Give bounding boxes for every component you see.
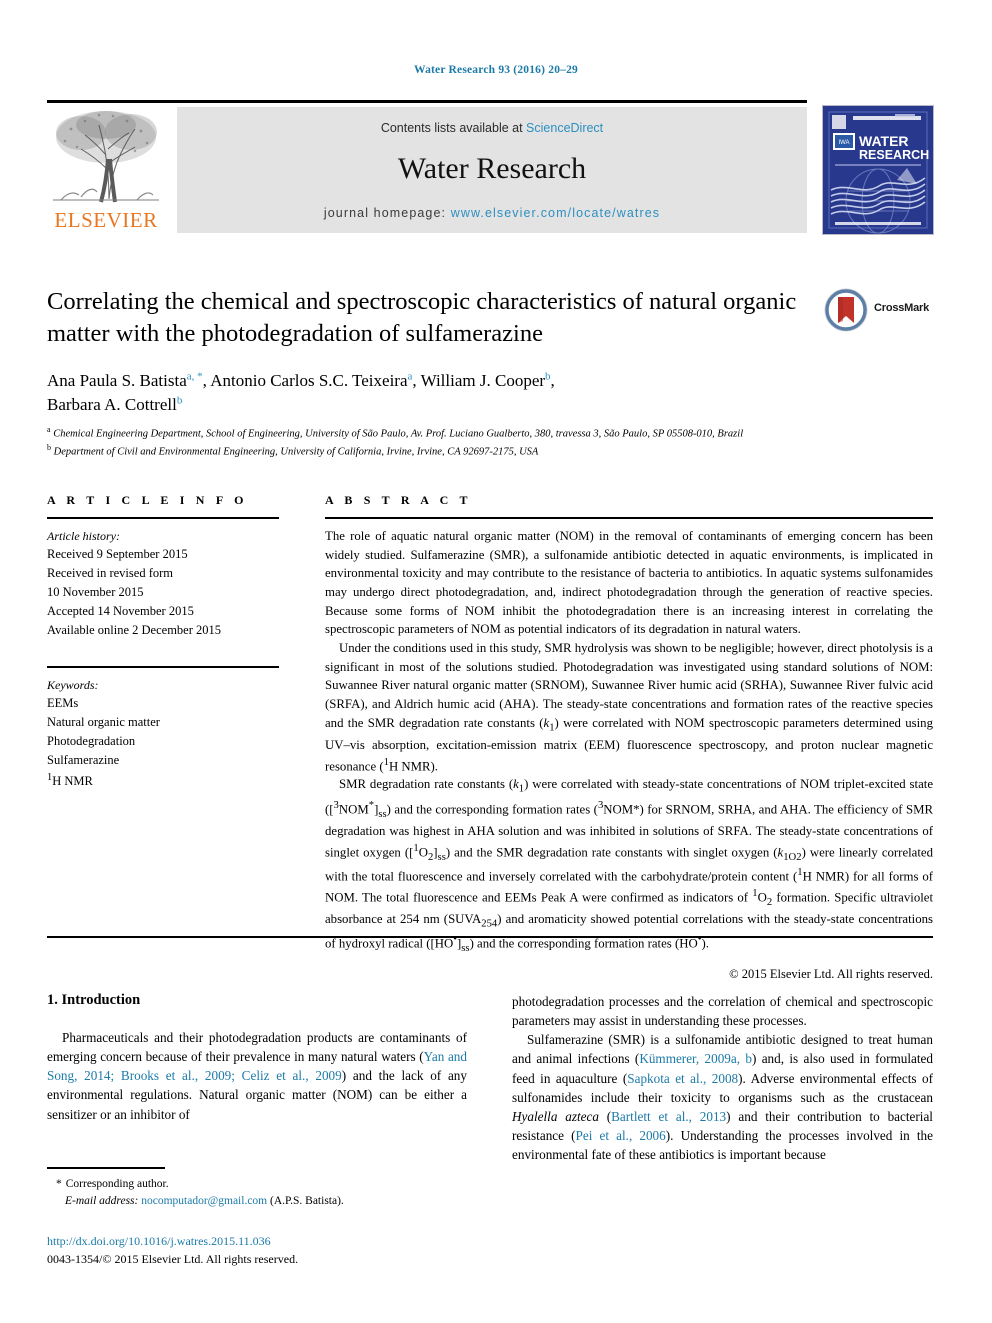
title-block: Correlating the chemical and spectroscop…	[47, 286, 807, 349]
homepage-url-link[interactable]: www.elsevier.com/locate/watres	[451, 206, 660, 220]
abstract-section: A B S T R A C T The role of aquatic natu…	[325, 493, 933, 982]
abstract-paragraph: SMR degradation rate constants (k1) were…	[325, 777, 934, 955]
abstract-rule	[325, 517, 933, 519]
affiliation-a-mark: a	[47, 425, 51, 434]
author-4: Barbara A. Cottrell	[47, 395, 177, 415]
corresponding-author-label: Corresponding author.	[65, 1177, 169, 1190]
journal-homepage-line: journal homepage: www.elsevier.com/locat…	[177, 206, 807, 220]
author-1: Ana Paula S. Batista	[47, 371, 187, 390]
crossmark-label: CrossMark	[874, 302, 930, 314]
introduction-right-column: photodegradation processes and the corre…	[512, 992, 933, 1164]
keyword-item: 1H NMR	[47, 772, 93, 789]
introduction-paragraph: photodegradation processes and the corre…	[512, 994, 933, 1029]
affiliation-b-text: Department of Civil and Environmental En…	[53, 446, 539, 458]
corresponding-author-star: *	[56, 1177, 62, 1190]
abstract-heading: A B S T R A C T	[325, 493, 472, 507]
introduction-heading: 1. Introduction	[47, 992, 141, 1008]
banner-top-rule	[47, 100, 807, 103]
article-info-section: A R T I C L E I N F O Article history: R…	[47, 493, 279, 791]
page-title: Correlating the chemical and spectroscop…	[47, 288, 797, 347]
introduction-left-column: 1. Introduction Pharmaceuticals and thei…	[47, 992, 467, 1124]
running-head: Water Research 93 (2016) 20–29	[414, 64, 578, 76]
author-4-affiliation-mark: b	[176, 394, 183, 407]
footnote-rule	[47, 1167, 165, 1169]
author-3: , William J. Cooper	[412, 371, 546, 390]
svg-text:WATER: WATER	[859, 133, 909, 149]
history-item: Accepted 14 November 2015	[47, 604, 194, 618]
author-2: , Antonio Carlos S.C. Teixeira	[202, 371, 408, 390]
article-history-block: Article history: Received 9 September 20…	[47, 527, 279, 640]
keyword-item: Photodegradation	[47, 734, 136, 748]
email-suffix: (A.P.S. Batista).	[270, 1194, 344, 1207]
citation-link[interactable]: Yan and Song, 2014; Brooks et al., 2009;…	[47, 1049, 467, 1083]
abstract-paragraph: Under the conditions used in this study,…	[325, 641, 933, 773]
svg-text:IWA: IWA	[838, 140, 849, 146]
email-line: E-mail address: nocomputador@gmail.com (…	[47, 1193, 467, 1210]
corresponding-author-footnote: * Corresponding author. E-mail address: n…	[47, 1167, 467, 1210]
banner-center-panel: Contents lists available at ScienceDirec…	[177, 107, 807, 233]
keywords-block: Keywords: EEMs Natural organic matter Ph…	[47, 676, 279, 791]
contents-lists-line: Contents lists available at ScienceDirec…	[177, 121, 807, 135]
affiliation-list: a Chemical Engineering Department, Schoo…	[47, 424, 927, 461]
keyword-item: Sulfamerazine	[47, 753, 120, 767]
citation-link[interactable]: Bartlett et al., 2013	[611, 1109, 726, 1124]
journal-cover-thumbnail: IWA WATER RESEARCH	[822, 105, 934, 235]
affiliation-b: b Department of Civil and Environmental …	[47, 442, 927, 460]
history-item: 10 November 2015	[47, 585, 144, 599]
crossmark-badge-icon	[824, 288, 868, 332]
article-history-label: Article history:	[47, 529, 120, 543]
history-item: Received in revised form	[47, 566, 173, 580]
keywords-rule	[47, 666, 279, 668]
sciencedirect-link[interactable]: ScienceDirect	[526, 121, 603, 135]
crossmark-logo[interactable]: CrossMark	[824, 288, 934, 332]
history-item: Available online 2 December 2015	[47, 623, 222, 637]
abstract-copyright: © 2015 Elsevier Ltd. All rights reserved…	[729, 966, 933, 981]
keyword-item: Natural organic matter	[47, 715, 160, 729]
elsevier-tree-icon	[51, 107, 161, 205]
contents-prefix: Contents lists available at	[380, 121, 527, 135]
citation-link[interactable]: Pei et al., 2006	[576, 1128, 666, 1143]
affiliation-a: a Chemical Engineering Department, Schoo…	[47, 424, 927, 442]
introduction-paragraph: Pharmaceuticals and their photodegradati…	[47, 1030, 467, 1122]
article-info-rule	[47, 517, 279, 519]
elsevier-wordmark: ELSEVIER	[54, 208, 158, 232]
author-list: Ana Paula S. Batistaa, *, Antonio Carlos…	[47, 370, 555, 415]
journal-banner: ELSEVIER Contents lists available at Sci…	[47, 100, 945, 235]
citation-link[interactable]: Sapkota et al., 2008	[627, 1071, 738, 1086]
doi-link[interactable]: http://dx.doi.org/10.1016/j.watres.2015.…	[47, 1232, 507, 1250]
author-3-affiliation-mark: b	[545, 370, 551, 383]
elsevier-logo: ELSEVIER	[47, 107, 165, 233]
issn-copyright-line: 0043-1354/© 2015 Elsevier Ltd. All right…	[47, 1252, 299, 1266]
corresponding-author-line: * Corresponding author.	[47, 1176, 467, 1193]
homepage-prefix: journal homepage:	[323, 206, 451, 220]
email-link[interactable]: nocomputador@gmail.com	[141, 1195, 267, 1207]
abstract-bottom-rule	[47, 936, 933, 938]
keywords-label: Keywords:	[47, 678, 99, 692]
keyword-item: EEMs	[47, 696, 79, 710]
introduction-paragraph: Sulfamerazine (SMR) is a sulfonamide ant…	[512, 1032, 933, 1163]
doi-block: http://dx.doi.org/10.1016/j.watres.2015.…	[47, 1232, 507, 1268]
journal-article-page: Water Research 93 (2016) 20–29 ELSEVIER …	[0, 0, 992, 1323]
affiliation-a-text: Chemical Engineering Department, School …	[53, 428, 744, 440]
svg-text:RESEARCH: RESEARCH	[859, 148, 929, 162]
abstract-paragraph: The role of aquatic natural organic matt…	[325, 529, 933, 637]
history-item: Received 9 September 2015	[47, 547, 188, 561]
email-label: E-mail address:	[65, 1194, 139, 1207]
affiliation-b-mark: b	[47, 443, 51, 453]
citation-link[interactable]: Kümmerer, 2009a, b	[639, 1051, 752, 1066]
author-1-affiliation-mark: a, *	[186, 370, 203, 383]
journal-title: Water Research	[397, 152, 587, 185]
article-info-heading: A R T I C L E I N F O	[47, 493, 248, 507]
